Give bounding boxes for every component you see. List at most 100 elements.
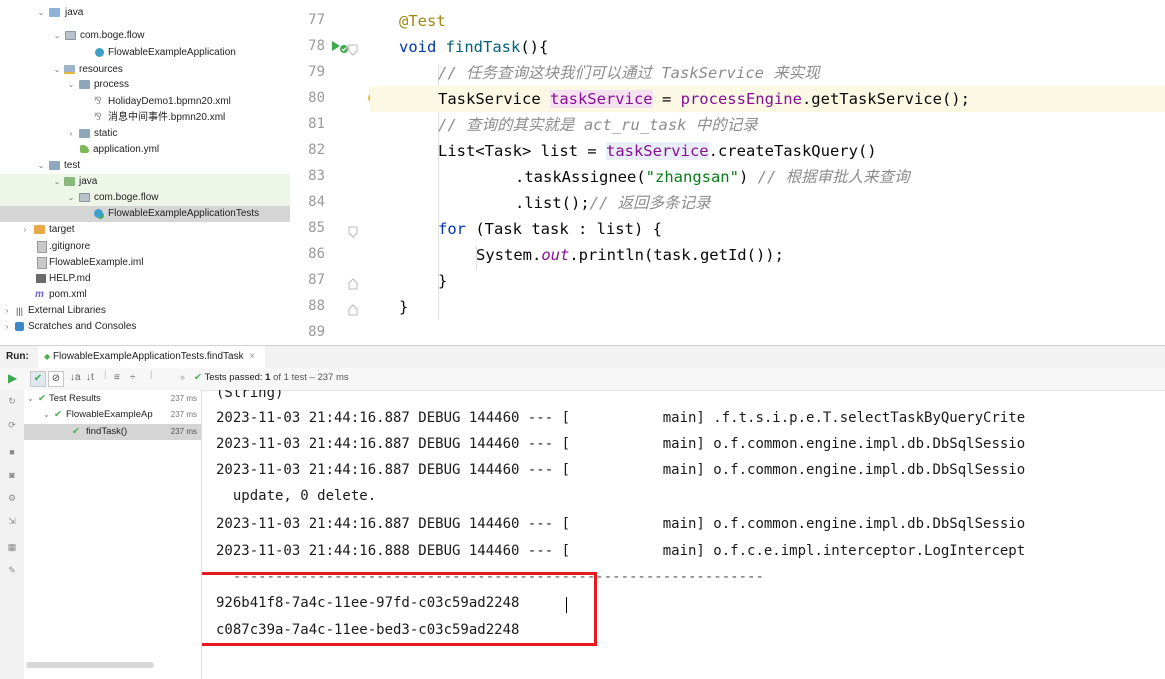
tree-item-gitignore[interactable]: .gitignore — [0, 239, 290, 255]
run-label: Run: — [6, 351, 29, 362]
code-text: .list(); — [515, 194, 590, 212]
console-line: 2023-11-03 21:44:16.887 DEBUG 144460 ---… — [216, 436, 1026, 452]
chevron-down-icon[interactable]: ⌄ — [43, 408, 50, 422]
brace: } — [438, 272, 448, 290]
sort-duration-icon[interactable]: ↓t — [86, 372, 94, 383]
tree-item-test-class[interactable]: FlowableExampleApplicationTests — [0, 206, 290, 222]
chevron-down-icon[interactable]: ⌄ — [27, 392, 34, 406]
annotation: @Test — [399, 12, 446, 30]
settings-icon[interactable]: ⚙ — [6, 493, 18, 503]
tree-item-label: process — [94, 79, 130, 90]
rerun-failed-icon[interactable]: ↻ — [6, 396, 18, 406]
tree-item-application-yml[interactable]: application.yml — [0, 142, 290, 158]
console-output[interactable]: (String) 2023-11-03 21:44:16.887 DEBUG 1… — [202, 390, 1165, 679]
chevron-right-icon[interactable]: › — [2, 319, 12, 335]
chevron-down-icon[interactable]: ⌄ — [36, 158, 46, 174]
run-tab[interactable]: ◆ FlowableExampleApplicationTests.findTa… — [38, 346, 266, 370]
run-toolbar: ▶ ✔ ⊘ ↓a ↓t | ≡ ÷ | » ✔ Tests passed: 1 … — [0, 368, 1165, 391]
tree-item-label: target — [49, 224, 75, 235]
chevron-down-icon[interactable]: ⌄ — [52, 174, 62, 190]
fold-marker-icon[interactable] — [348, 44, 358, 56]
rerun-icon[interactable]: ▶ — [8, 371, 17, 385]
tree-item-test-java[interactable]: ⌄ java — [0, 174, 290, 190]
close-icon[interactable]: × — [249, 351, 255, 362]
horizontal-scrollbar[interactable] — [26, 662, 154, 668]
line-number: 84 — [308, 194, 325, 210]
tree-item-resources[interactable]: ⌄ resources — [0, 62, 290, 78]
export-icon[interactable]: ⇲ — [6, 516, 18, 526]
layout-icon[interactable]: ▦ — [6, 542, 18, 552]
code-editor[interactable]: @Test void findTask(){ // 任务查询这块我们可以通过 T… — [370, 0, 1165, 345]
chevron-right-icon[interactable]: › — [2, 303, 12, 319]
test-method-node[interactable]: ✔ findTask() 237 ms — [24, 424, 201, 440]
chevron-down-icon[interactable]: ⌄ — [66, 77, 76, 93]
chevron-down-icon[interactable]: ⌄ — [36, 5, 46, 21]
expand-all-icon[interactable]: ≡ — [114, 372, 120, 383]
code-line-84: .list();// 返回多条记录 — [370, 190, 1165, 216]
tree-item-bpmn-file[interactable]: ⅋ 消息中间事件.bpmn20.xml — [0, 110, 290, 126]
tree-item-java[interactable]: ⌄ java — [0, 5, 290, 21]
line-number: 77 — [308, 12, 325, 28]
method-name: findTask — [445, 38, 521, 56]
sort-alpha-icon[interactable]: ↓a — [70, 372, 81, 383]
run-test-icon[interactable] — [330, 40, 350, 54]
tree-item-help-md[interactable]: HELP.md — [0, 271, 290, 287]
folder-icon — [79, 129, 90, 138]
toolbar-separator: | — [150, 369, 153, 380]
code-text: = — [652, 90, 681, 108]
tree-item-label: application.yml — [93, 144, 160, 155]
line-number: 83 — [308, 168, 325, 184]
tree-item-external-libraries[interactable]: › ||| External Libraries — [0, 303, 290, 319]
fold-marker-icon[interactable] — [348, 226, 358, 238]
fold-end-icon[interactable] — [348, 304, 358, 316]
line-number: 80 — [308, 90, 325, 106]
pin-icon[interactable]: ✎ — [6, 565, 18, 575]
chevron-down-icon[interactable]: ⌄ — [52, 62, 62, 78]
test-results-root[interactable]: ⌄ ✔ Test Results 237 ms — [24, 392, 201, 406]
code-line-89: } — [370, 320, 1165, 345]
tree-item-iml[interactable]: FlowableExample.iml — [0, 255, 290, 271]
camera-icon[interactable]: ◙ — [6, 470, 18, 480]
code-line-88: } — [370, 294, 1165, 320]
code-text: .getTaskService(); — [801, 90, 970, 108]
chevron-down-icon[interactable]: ⌄ — [66, 190, 76, 206]
line-number: 86 — [308, 246, 325, 262]
stop-icon[interactable]: ■ — [6, 447, 18, 457]
line-number: 81 — [308, 116, 325, 132]
chevron-right-icon[interactable]: › — [20, 222, 30, 238]
field-reference: taskService — [605, 142, 709, 160]
tree-item-test-package[interactable]: ⌄ com.boge.flow — [0, 190, 290, 206]
test-class-node[interactable]: ⌄ ✔ FlowableExampleAp 237 ms — [24, 408, 201, 422]
tree-item-target[interactable]: › target — [0, 222, 290, 238]
code-text: .println(task.getId()); — [569, 246, 784, 264]
more-icon[interactable]: » — [180, 372, 185, 382]
collapse-all-icon[interactable]: ÷ — [130, 372, 136, 383]
tree-item-bpmn-file[interactable]: ⅋ HolidayDemo1.bpmn20.xml — [0, 94, 290, 110]
toggle-auto-test-icon[interactable]: ⟳ — [6, 420, 18, 430]
comment: // 查询的其实就是 act_ru_task 中的记录 — [438, 116, 758, 134]
keyword: void — [399, 38, 437, 56]
tree-item-package[interactable]: ⌄ com.boge.flow — [0, 28, 290, 44]
resources-folder-icon — [64, 65, 75, 74]
show-ignored-icon[interactable]: ⊘ — [48, 371, 64, 387]
type-name: TaskService — [438, 90, 550, 108]
tree-item-label: HELP.md — [49, 273, 91, 284]
tree-item-label: test — [64, 160, 81, 171]
chevron-down-icon[interactable]: ⌄ — [52, 28, 62, 44]
tree-item-label: com.boge.flow — [94, 192, 159, 203]
tree-item-scratches[interactable]: › Scratches and Consoles — [0, 319, 290, 335]
test-duration: 237 ms — [170, 394, 197, 403]
line-number: 79 — [308, 64, 325, 80]
tree-item-application-class[interactable]: FlowableExampleApplication — [0, 45, 290, 61]
tree-item-pom[interactable]: m pom.xml — [0, 287, 290, 303]
string-literal: "zhangsan" — [645, 168, 739, 186]
tree-item-process[interactable]: ⌄ process — [0, 77, 290, 93]
tree-item-test[interactable]: ⌄ test — [0, 158, 290, 174]
tree-item-label: 消息中间事件.bpmn20.xml — [108, 112, 226, 123]
tree-item-label: FlowableExample.iml — [49, 257, 144, 268]
show-passed-icon[interactable]: ✔ — [30, 371, 46, 387]
fold-end-icon[interactable] — [348, 278, 358, 290]
chevron-right-icon[interactable]: › — [66, 126, 76, 142]
tree-item-static[interactable]: › static — [0, 126, 290, 142]
test-node-label: findTask() — [86, 426, 128, 437]
